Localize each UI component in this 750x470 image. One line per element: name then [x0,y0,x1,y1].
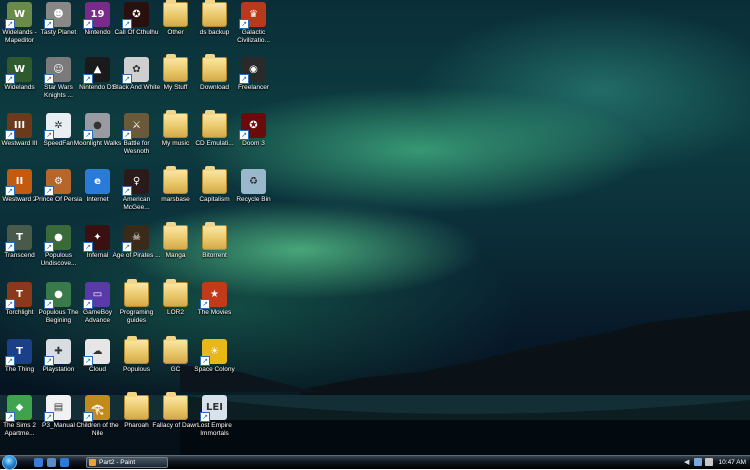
folder-icon [163,279,188,307]
shortcut-arrow-icon: ↗ [122,74,132,84]
shortcut-arrow-icon: ↗ [5,412,15,422]
taskbar: Part2 - Paint ◀ 10:47 AM [0,455,750,470]
shortcut-arrow-icon: ↗ [122,186,132,196]
desktop-icon-label: The Movies [197,309,232,316]
internet-explorer-icon: e [85,169,110,194]
shortcut-arrow-icon: ↗ [5,299,15,309]
shortcut-arrow-icon: ↗ [200,412,210,422]
desktop-icon[interactable]: ✪ ↗ Doom 3 [234,112,273,169]
desktop-icon-label: Recycle Bin [236,196,271,203]
shortcut-arrow-icon: ↗ [44,19,54,29]
desktop-icon[interactable]: LEI ↗ Lost Empire Immortals [195,394,234,451]
shortcut-arrow-icon: ↗ [83,19,93,29]
folder-icon [202,110,227,138]
taskbar-button-label: Part2 - Paint [99,459,136,466]
recycle-bin-icon: ♻ [241,169,266,194]
folder-icon [124,392,149,420]
start-button[interactable] [2,455,17,470]
folder-icon [163,0,188,27]
shortcut-arrow-icon: ↗ [5,74,15,84]
shortcut-arrow-icon: ↗ [200,356,210,366]
shortcut-arrow-icon: ↗ [83,130,93,140]
taskbar-button-paint[interactable]: Part2 - Paint [86,457,168,468]
shortcut-arrow-icon: ↗ [83,242,93,252]
folder-icon [163,392,188,420]
shortcut-arrow-icon: ↗ [122,242,132,252]
folder-icon [124,279,149,307]
shortcut-arrow-icon: ↗ [5,356,15,366]
volume-icon[interactable] [705,458,713,466]
desktop[interactable]: W ↗ Widelands - Mapeditor W ↗ Widelands III ↗ We… [0,0,750,455]
shortcut-arrow-icon: ↗ [239,74,249,84]
shortcut-arrow-icon: ↗ [5,186,15,196]
shortcut-arrow-icon: ↗ [122,19,132,29]
folder-icon [163,222,188,250]
desktop-icon[interactable]: ☀ ↗ Space Colony [194,338,235,395]
folder-icon [163,336,188,364]
desktop-icon-label: Bitorrent [202,252,227,259]
shortcut-arrow-icon: ↗ [5,130,15,140]
shortcut-arrow-icon: ↗ [44,186,54,196]
desktop-icon-label: Doom 3 [242,140,265,147]
shortcut-arrow-icon: ↗ [83,356,93,366]
desktop-icon-label: Lost Empire Immortals [197,422,232,437]
folder-icon [202,166,227,194]
tray-expand-arrow[interactable]: ◀ [684,458,689,466]
music-folder-icon [163,110,188,138]
shortcut-arrow-icon: ↗ [44,130,54,140]
shortcut-arrow-icon: ↗ [44,356,54,366]
desktop-icon[interactable]: ◉ ↗ Freelancer [234,56,273,113]
folder-icon [124,336,149,364]
desktop-icon-label: Space Colony [194,366,235,373]
shortcut-arrow-icon: ↗ [5,242,15,252]
folder-icon [202,0,227,27]
desktop-icon-label: Galactic Civilizatio... [237,29,270,44]
shortcut-arrow-icon: ↗ [239,130,249,140]
show-desktop-icon[interactable] [34,458,43,467]
desktop-icon[interactable]: ♛ ↗ Galactic Civilizatio... [234,1,273,58]
shortcut-arrow-icon: ↗ [83,299,93,309]
network-icon[interactable] [694,458,702,466]
folder-icon [163,54,188,82]
shortcut-arrow-icon: ↗ [44,74,54,84]
desktop-icon-label: Freelancer [237,84,270,91]
shortcut-arrow-icon: ↗ [83,412,93,422]
internet-explorer-icon[interactable] [60,458,69,467]
paint-icon [89,459,96,466]
shortcut-arrow-icon: ↗ [44,242,54,252]
folder-icon [202,54,227,82]
taskbar-clock[interactable]: 10:47 AM [719,458,746,468]
desktop-icon[interactable]: Bitorrent [195,222,234,281]
folder-icon [163,166,188,194]
shortcut-arrow-icon: ↗ [44,412,54,422]
desktop-icon[interactable]: ♻ Recycle Bin [234,168,273,225]
shortcut-arrow-icon: ↗ [83,74,93,84]
shortcut-arrow-icon: ↗ [239,19,249,29]
folder-icon [202,222,227,250]
switch-windows-icon[interactable] [47,458,56,467]
shortcut-arrow-icon: ↗ [122,130,132,140]
shortcut-arrow-icon: ↗ [200,299,210,309]
shortcut-arrow-icon: ↗ [44,299,54,309]
desktop-icon[interactable]: ★ ↗ The Movies [195,281,234,338]
shortcut-arrow-icon: ↗ [5,19,15,29]
